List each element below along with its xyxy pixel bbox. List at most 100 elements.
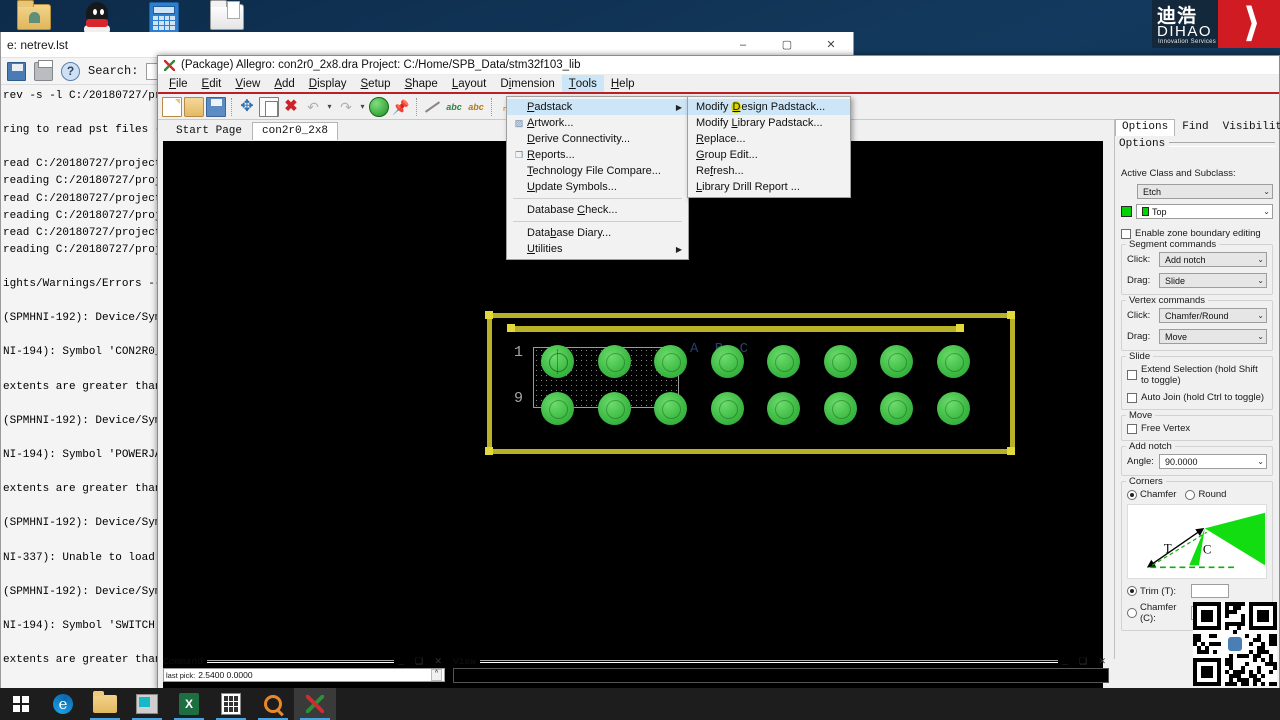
pin-icon[interactable]: 📌 bbox=[391, 97, 411, 117]
submenu-item-library-drill-report[interactable]: Library Drill Report ... bbox=[688, 179, 850, 195]
extend-selection-checkbox[interactable] bbox=[1127, 370, 1137, 380]
auto-join-checkbox[interactable] bbox=[1127, 392, 1137, 403]
menu-tools[interactable]: Tools bbox=[561, 75, 604, 92]
chamfer-c-radio[interactable] bbox=[1127, 608, 1137, 618]
pcb-pad[interactable] bbox=[654, 392, 687, 425]
options-tab-visibility[interactable]: Visibility bbox=[1216, 119, 1280, 136]
tab-start-page[interactable]: Start Page bbox=[166, 122, 252, 140]
pcb-pad[interactable] bbox=[541, 345, 574, 378]
pcb-pad[interactable] bbox=[880, 345, 913, 378]
menu-file[interactable]: File bbox=[162, 75, 195, 92]
menu-layout[interactable]: Layout bbox=[445, 75, 494, 92]
edit-text-icon[interactable]: abc bbox=[466, 97, 486, 117]
tab-con2r0_2x8[interactable]: con2r0_2x8 bbox=[252, 122, 339, 140]
taskbar-calculator[interactable] bbox=[210, 688, 252, 720]
view-dock-buttons[interactable]: _ ❏ ✕ bbox=[1062, 657, 1109, 667]
delete-icon[interactable]: ✖ bbox=[281, 97, 301, 117]
submenu-item-modify-library-padstack[interactable]: Modify Library Padstack... bbox=[688, 115, 850, 131]
command-input[interactable]: last pick: 2.5400 0.0000 ^ bbox=[163, 668, 445, 682]
options-panel[interactable]: OptionsFindVisibility Options Active Cla… bbox=[1114, 119, 1280, 659]
menu-view[interactable]: View bbox=[228, 75, 267, 92]
vertex-drag-select[interactable]: Move ⌄ bbox=[1159, 329, 1267, 344]
add-text-icon[interactable]: abc bbox=[444, 97, 464, 117]
menu-display[interactable]: Display bbox=[302, 75, 354, 92]
menu-item-utilities[interactable]: Utilities ▶ bbox=[507, 241, 688, 257]
open-folder-icon[interactable] bbox=[184, 96, 204, 117]
submenu-item-refresh[interactable]: Refresh... bbox=[688, 163, 850, 179]
submenu-item-group-edit[interactable]: Group Edit... bbox=[688, 147, 850, 163]
pcb-pad[interactable] bbox=[654, 345, 687, 378]
class-select[interactable]: Etch ⌄ bbox=[1137, 184, 1273, 199]
pcb-pad[interactable] bbox=[541, 392, 574, 425]
menu-setup[interactable]: Setup bbox=[354, 75, 398, 92]
segment-drag-select[interactable]: Slide ⌄ bbox=[1159, 273, 1267, 288]
desktop-icon-qq[interactable] bbox=[75, 2, 119, 34]
menu-shape[interactable]: Shape bbox=[398, 75, 445, 92]
desktop-icon-calculator[interactable] bbox=[142, 2, 186, 36]
command-scroll-up[interactable]: ^ bbox=[431, 669, 442, 681]
submenu-item-modify-design-padstack[interactable]: Modify Design Padstack... bbox=[688, 99, 850, 115]
menu-item-update-symbols[interactable]: Update Symbols... bbox=[507, 179, 688, 195]
minimize-button[interactable]: – bbox=[721, 32, 765, 58]
taskbar-allegro[interactable] bbox=[294, 688, 336, 720]
new-page-icon[interactable] bbox=[162, 96, 182, 117]
line-icon[interactable] bbox=[422, 97, 442, 117]
close-button[interactable]: ✕ bbox=[809, 32, 853, 58]
taskbar-file-explorer[interactable] bbox=[84, 688, 126, 720]
save-icon[interactable] bbox=[7, 61, 26, 81]
submenu-item-replace[interactable]: Replace... bbox=[688, 131, 850, 147]
redo-dropdown-icon[interactable]: ▾ bbox=[358, 97, 367, 117]
menu-item-technology-file-compare[interactable]: Technology File Compare... bbox=[507, 163, 688, 179]
vertex-click-select[interactable]: Chamfer/Round ⌄ bbox=[1159, 308, 1267, 323]
view-preview-pane[interactable] bbox=[453, 668, 1109, 683]
subclass-color-swatch[interactable] bbox=[1121, 206, 1132, 217]
pcb-pad[interactable] bbox=[710, 392, 744, 425]
tools-dropdown-menu[interactable]: Padstack ▶ ▨ Artwork... Derive Connectivity.… bbox=[506, 96, 689, 260]
redo-icon[interactable]: ↷ bbox=[336, 97, 356, 117]
taskbar-paint[interactable] bbox=[126, 688, 168, 720]
move-icon[interactable]: ✥ bbox=[237, 97, 257, 117]
menu-item-database-diary[interactable]: Database Diary... bbox=[507, 225, 688, 241]
pcb-pad[interactable] bbox=[597, 345, 631, 378]
menu-edit[interactable]: Edit bbox=[195, 75, 229, 92]
menu-item-artwork[interactable]: ▨ Artwork... bbox=[507, 115, 688, 131]
menu-item-padstack[interactable]: Padstack ▶ bbox=[507, 99, 688, 115]
pcb-pad[interactable] bbox=[823, 345, 857, 378]
pcb-pad[interactable] bbox=[767, 345, 800, 378]
options-tab-find[interactable]: Find bbox=[1175, 119, 1215, 136]
undo-dropdown-icon[interactable]: ▾ bbox=[325, 97, 334, 117]
allegro-window[interactable]: (Package) Allegro: con2r0_2x8.dra Projec… bbox=[157, 55, 1280, 715]
pcb-pad[interactable] bbox=[823, 392, 857, 425]
trim-input[interactable] bbox=[1191, 584, 1229, 598]
pcb-pad[interactable] bbox=[710, 345, 744, 378]
pad-row-bottom[interactable] bbox=[541, 392, 970, 425]
desktop-icon-folder-documents[interactable] bbox=[205, 0, 249, 30]
command-dock-buttons[interactable]: _ ❏ ✕ bbox=[398, 657, 445, 667]
taskbar-excel[interactable]: X bbox=[168, 688, 210, 720]
pcb-pad[interactable] bbox=[880, 392, 913, 425]
taskbar-edge[interactable] bbox=[42, 688, 84, 720]
trim-radio[interactable] bbox=[1127, 586, 1137, 596]
undo-icon[interactable]: ↶ bbox=[303, 97, 323, 117]
chamfer-radio[interactable] bbox=[1127, 489, 1137, 500]
pad-row-top[interactable] bbox=[541, 345, 970, 378]
padstack-submenu[interactable]: Modify Design Padstack... Modify Library … bbox=[687, 96, 851, 198]
pcb-pad[interactable] bbox=[767, 392, 800, 425]
taskbar-search[interactable] bbox=[252, 688, 294, 720]
pcb-pad[interactable] bbox=[597, 392, 631, 425]
menu-item-derive-connectivity[interactable]: Derive Connectivity... bbox=[507, 131, 688, 147]
round-radio[interactable] bbox=[1185, 489, 1196, 500]
allegro-menubar[interactable]: File Edit View Add Display Setup Shape Layout Di… bbox=[158, 75, 1279, 94]
angle-select[interactable]: 90.0000 ⌄ bbox=[1159, 454, 1267, 469]
options-tab-strip[interactable]: OptionsFindVisibility bbox=[1115, 119, 1280, 136]
free-vertex-checkbox[interactable] bbox=[1127, 423, 1137, 434]
start-button[interactable] bbox=[0, 688, 42, 720]
desktop-icon-folder-palette[interactable] bbox=[12, 0, 56, 30]
subclass-select[interactable]: Top ⌄ bbox=[1136, 204, 1273, 219]
print-icon[interactable] bbox=[34, 59, 53, 81]
save-floppy-icon[interactable] bbox=[206, 96, 226, 117]
options-tab-options[interactable]: Options bbox=[1115, 119, 1176, 136]
pcb-pad[interactable] bbox=[936, 392, 970, 425]
segment-click-select[interactable]: Add notch ⌄ bbox=[1159, 252, 1267, 267]
copy-icon[interactable] bbox=[259, 96, 279, 117]
